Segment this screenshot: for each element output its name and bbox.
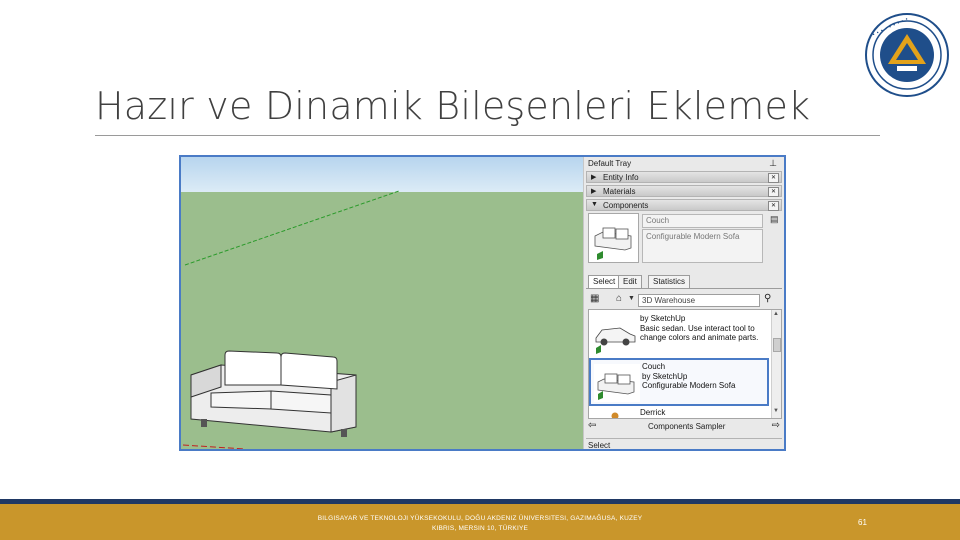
panel-materials[interactable]: ▶ Materials ✕: [586, 185, 782, 197]
list-item-text: Couch by SketchUp Configurable Modern So…: [642, 362, 768, 391]
list-item-title: Couch: [642, 362, 666, 371]
scroll-thumb[interactable]: [773, 338, 781, 352]
pin-icon[interactable]: ⊥: [769, 158, 777, 169]
footer-line-2: KIBRIS, MERSIN 10, TÜRKIYE: [431, 525, 529, 532]
tab-statistics[interactable]: Statistics: [648, 275, 691, 289]
list-item-description: Basic sedan. Use interact tool to change…: [640, 323, 759, 343]
close-icon[interactable]: ✕: [768, 187, 779, 197]
slide-title: Hazır ve Dinamik Bileşenleri Eklemek: [95, 84, 811, 128]
collapsed-arrow-icon: ▶: [591, 188, 597, 195]
default-tray: Default Tray ⊥ ▶ Entity Info ✕ ▶ Materia…: [583, 157, 784, 450]
component-name-field[interactable]: Couch: [642, 214, 763, 228]
forward-arrow-icon[interactable]: ⇨: [772, 420, 780, 431]
details-icon[interactable]: ▤: [770, 214, 779, 225]
red-axis-line: [182, 444, 246, 449]
list-item-selected[interactable]: Couch by SketchUp Configurable Modern So…: [589, 358, 769, 406]
scroll-down-icon[interactable]: ▼: [773, 408, 779, 414]
panel-components[interactable]: ▼ Components ✕: [586, 199, 782, 211]
collection-label: Components Sampler: [648, 422, 726, 431]
sofa-thumbnail: [594, 364, 640, 402]
home-icon[interactable]: ⌂: [616, 293, 622, 304]
scroll-up-icon[interactable]: ▲: [773, 311, 779, 317]
list-item[interactable]: Derrick: [589, 406, 769, 418]
page-number: 61: [858, 518, 867, 527]
components-toolbar: ▦ ⌂ ▼ 3D Warehouse ⚲: [588, 293, 783, 309]
tab-edit[interactable]: Edit: [618, 275, 642, 289]
back-arrow-icon[interactable]: ⇦: [588, 420, 596, 431]
view-options-icon[interactable]: ▦: [590, 293, 599, 304]
close-icon[interactable]: ✕: [768, 173, 779, 183]
expanded-arrow-icon: ▼: [591, 201, 598, 208]
list-item-description: Configurable Modern Sofa: [642, 381, 736, 390]
collapsed-arrow-icon: ▶: [591, 174, 597, 181]
university-logo: • • • • • • • • •: [865, 13, 949, 97]
component-description-field[interactable]: Configurable Modern Sofa: [642, 229, 763, 263]
person-thumbnail: [592, 410, 638, 418]
footer-line-1: BILGISAYAR VE TEKNOLOJI YÜKSEKOKULU, DOĞ…: [317, 515, 643, 522]
panel-entity-info[interactable]: ▶ Entity Info ✕: [586, 171, 782, 183]
list-item-author: by SketchUp: [640, 314, 686, 323]
chevron-down-icon[interactable]: ▼: [628, 295, 635, 302]
collection-nav: ⇦ Components Sampler ⇨: [588, 419, 782, 435]
title-divider: [95, 135, 880, 136]
section-divider: [586, 438, 782, 439]
list-item-author: by SketchUp: [642, 371, 688, 381]
list-item-text: by SketchUp Basic sedan. Use interact to…: [640, 314, 766, 343]
panel-label: Entity Info: [603, 173, 639, 182]
tray-title: Default Tray: [588, 159, 632, 168]
list-item-title: Derrick: [640, 408, 666, 417]
close-icon[interactable]: ✕: [768, 201, 779, 211]
sketchup-screenshot: Default Tray ⊥ ▶ Entity Info ✕ ▶ Materia…: [179, 155, 786, 451]
component-list: by SketchUp Basic sedan. Use interact to…: [588, 309, 782, 419]
list-item[interactable]: by SketchUp Basic sedan. Use interact to…: [589, 312, 769, 360]
list-scrollbar[interactable]: ▲ ▼: [771, 310, 781, 418]
secondary-select-label: Select: [588, 441, 611, 450]
component-preview: [588, 213, 639, 263]
drawing-viewport[interactable]: [181, 157, 583, 449]
tab-select[interactable]: Select: [588, 275, 621, 289]
list-item-text: Derrick: [640, 408, 766, 418]
search-icon[interactable]: ⚲: [764, 293, 771, 304]
footer-text: BILGISAYAR VE TEKNOLOJI YÜKSEKOKULU, DOĞ…: [300, 514, 660, 534]
tab-divider: [586, 288, 782, 289]
car-thumbnail: [592, 316, 638, 354]
green-axis-line: [184, 190, 400, 266]
panel-label: Materials: [603, 187, 636, 196]
sofa-model[interactable]: [190, 350, 357, 437]
search-input[interactable]: 3D Warehouse: [638, 294, 760, 307]
panel-label: Components: [603, 201, 649, 210]
